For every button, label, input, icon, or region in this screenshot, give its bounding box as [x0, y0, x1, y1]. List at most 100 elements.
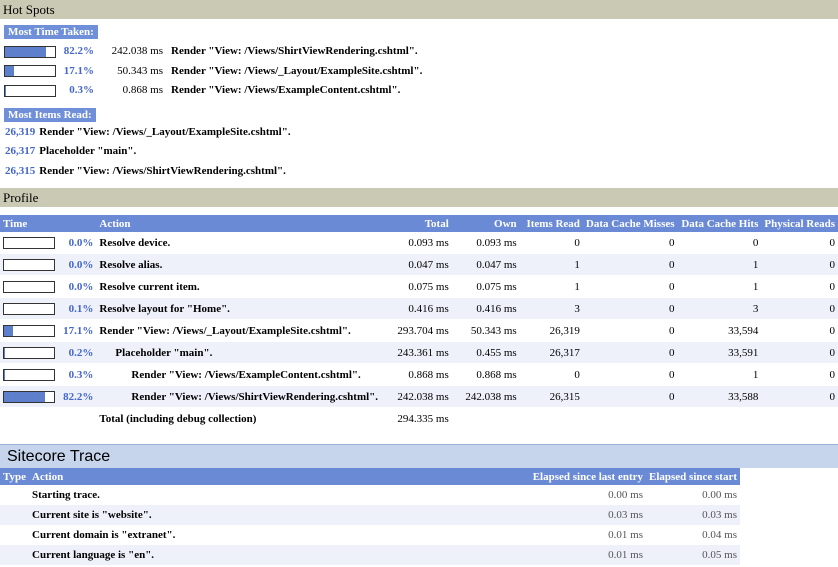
trace-action: Current site is "website". — [29, 505, 530, 525]
profile-action: Resolve alias. — [96, 253, 388, 276]
profile-cache-hits: 3 — [677, 297, 762, 320]
profile-cache-misses: 0 — [582, 253, 678, 276]
items-label: Render "View: /Views/_Layout/ExampleSite… — [39, 125, 291, 138]
profile-physical-reads: 0 — [761, 297, 838, 320]
profile-own: 0.868 ms — [451, 363, 520, 386]
trace-elapsed-start: 0.05 ms — [646, 545, 740, 565]
profile-time-bar — [3, 346, 55, 359]
time-ms: 242.038 ms — [111, 45, 163, 57]
profile-time-cell: 0.2% — [0, 341, 97, 364]
trace-header-row: Type Action Elapsed since last entry Ela… — [0, 468, 740, 485]
profile-cache-hits: 0 — [677, 232, 762, 254]
profile-action: Resolve current item. — [96, 275, 388, 298]
col-time: Time — [0, 215, 97, 232]
profile-time-cell: 0.1% — [0, 297, 97, 320]
col-trace-action: Action — [29, 468, 530, 485]
items-count: 26,317 — [5, 145, 36, 157]
profile-total: 0.047 ms — [387, 253, 452, 276]
col-elapsed-start: Elapsed since start — [646, 468, 740, 485]
profile-time-cell: 0.0% — [0, 275, 97, 298]
time-percent: 17.1% — [63, 64, 94, 77]
profile-total: 293.704 ms — [387, 319, 452, 342]
profile-items-read: 26,317 — [519, 341, 583, 364]
trace-type — [0, 525, 29, 545]
progress-fill — [5, 66, 14, 77]
items-count: 26,319 — [5, 125, 36, 138]
profile-items-read: 26,319 — [519, 319, 583, 342]
time-cell-wrap: 0.0% — [3, 258, 94, 271]
time-percent: 0.3% — [69, 84, 94, 96]
profile-physical-reads: 0 — [761, 275, 838, 298]
profile-time-cell: 17.1% — [0, 319, 97, 342]
profile-row: 0.1% Resolve layout for "Home". 0.416 ms 0.… — [0, 297, 838, 320]
profile-time-bar — [3, 368, 55, 381]
profile-action: Render "View: /Views/ShirtViewRendering.… — [96, 385, 388, 408]
time-label: Render "View: /Views/ExampleContent.csht… — [171, 84, 401, 96]
time-bar — [4, 84, 56, 97]
profile-action: Render "View: /Views/ExampleContent.csht… — [96, 363, 388, 386]
trace-elapsed-start: 0.03 ms — [646, 505, 740, 525]
profile-time-bar — [3, 280, 55, 293]
profile-cache-misses: 0 — [582, 363, 678, 386]
profile-total: 0.868 ms — [387, 363, 452, 386]
profile-row: 0.0% Resolve alias. 0.047 ms 0.047 ms 1 0 1 0 — [0, 253, 838, 276]
progress-fill — [4, 325, 13, 336]
hotspot-time-row: 17.1% 50.343 ms Render "View: /Views/_Layo… — [4, 62, 838, 82]
profile-time-bar — [3, 302, 55, 315]
profile-time-bar — [3, 390, 55, 403]
profile-physical-reads: 0 — [761, 363, 838, 386]
col-cache-misses: Data Cache Misses — [582, 215, 678, 232]
items-label: Placeholder "main". — [39, 145, 137, 157]
profile-percent: 0.0% — [68, 258, 94, 271]
profile-own: 0.047 ms — [451, 253, 520, 276]
profile-physical-reads: 0 — [761, 341, 838, 364]
profile-percent: 82.2% — [63, 390, 94, 403]
profile-cache-hits: 1 — [677, 253, 762, 276]
profile-header: Profile — [0, 188, 838, 207]
items-count: 26,315 — [5, 164, 36, 177]
col-physical-reads: Physical Reads — [761, 215, 838, 232]
trace-table: Type Action Elapsed since last entry Ela… — [0, 468, 740, 565]
trace-elapsed-last: 0.00 ms — [608, 489, 643, 501]
trace-header: Sitecore Trace — [0, 444, 838, 468]
trace-type — [0, 505, 30, 525]
profile-action: Resolve device. — [96, 232, 388, 254]
time-ms: 0.868 ms — [122, 84, 163, 96]
profile-items-read: 0 — [519, 363, 583, 386]
col-items-read: Items Read — [519, 215, 583, 232]
trace-row: Current language is "en". 0.01 ms 0.05 ms — [0, 545, 740, 565]
progress-fill — [4, 391, 46, 402]
profile-physical-reads: 0 — [761, 319, 838, 342]
time-cell-wrap: 0.2% — [3, 346, 93, 359]
trace-elapsed-last: 0.01 ms — [529, 545, 646, 565]
profile-cache-misses: 0 — [582, 297, 678, 320]
profile-total: 0.416 ms — [387, 297, 452, 320]
profile-items-read: 3 — [519, 297, 583, 320]
profile-time-cell: 0.3% — [0, 363, 97, 386]
trace-action: Current language is "en". — [29, 545, 530, 565]
profile-cache-hits: 33,594 — [677, 319, 762, 342]
time-cell-wrap: 17.1% — [3, 324, 93, 337]
time-bar — [4, 65, 56, 78]
profile-time-cell: 0.0% — [0, 232, 97, 254]
trace-row: Current site is "website". 0.03 ms 0.03 ms — [0, 505, 740, 525]
profile-table: Time Action Total Own Items Read Data Ca… — [0, 215, 838, 429]
total-empty-cell — [452, 408, 520, 430]
profile-row: 17.1% Render "View: /Views/_Layout/Exampl… — [0, 319, 838, 342]
profile-items-read: 0 — [519, 232, 583, 254]
trace-elapsed-start: 0.00 ms — [702, 489, 737, 501]
profile-own: 242.038 ms — [451, 385, 520, 408]
trace-row: Current domain is "extranet". 0.01 ms 0.04… — [0, 525, 740, 545]
most-time-taken-tag: Most Time Taken: — [4, 25, 98, 39]
hotspot-items-row: 26,317 Placeholder "main". — [4, 142, 838, 162]
profile-total: 242.038 ms — [387, 385, 452, 408]
profile-own: 0.075 ms — [451, 275, 520, 298]
total-empty-cell — [761, 408, 838, 430]
profile-cache-misses: 0 — [582, 319, 678, 342]
profile-time-bar — [3, 236, 55, 249]
profile-items-read: 26,315 — [519, 385, 583, 408]
time-cell-wrap: 0.1% — [3, 302, 93, 315]
profile-total-row: Total (including debug collection) 294.33… — [0, 408, 838, 430]
profile-time-cell: 82.2% — [0, 385, 97, 408]
profile-row: 0.2% Placeholder "main". 243.361 ms 0.455 m… — [0, 341, 838, 364]
